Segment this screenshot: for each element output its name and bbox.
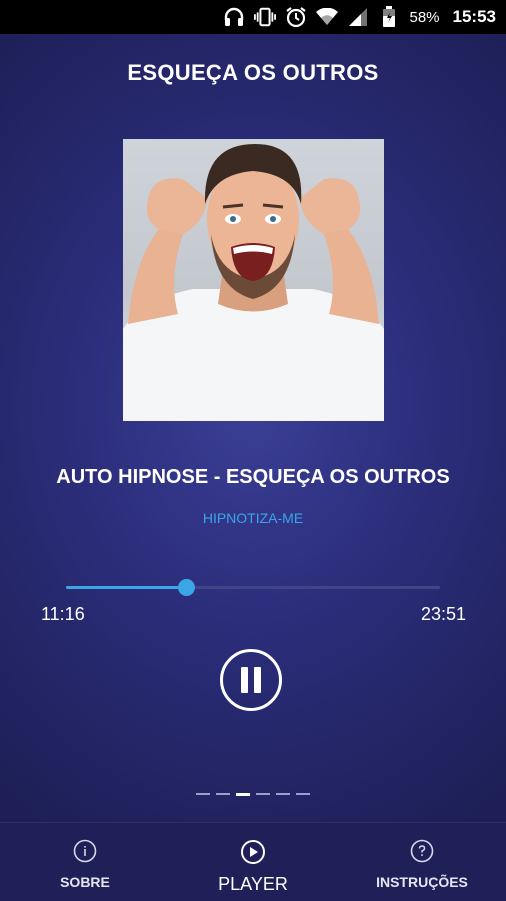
alarm-icon bbox=[285, 6, 307, 28]
elapsed-time: 11:16 bbox=[41, 604, 85, 624]
battery-icon bbox=[378, 6, 400, 28]
battery-percent: 58% bbox=[409, 8, 440, 26]
nav-item-player[interactable]: PLAYER bbox=[203, 823, 303, 901]
artist-name[interactable]: HIPNOTIZA-ME bbox=[0, 510, 506, 526]
total-time: 23:51 bbox=[420, 604, 466, 624]
nav-label: PLAYER bbox=[218, 874, 288, 894]
nav-label: INSTRUÇÕES bbox=[376, 874, 468, 890]
nav-item-instrucoes[interactable]: INSTRUÇÕES bbox=[362, 823, 482, 901]
help-icon bbox=[410, 839, 434, 868]
signal-icon bbox=[347, 6, 369, 28]
play-circle-icon bbox=[240, 839, 266, 870]
page-indicator bbox=[0, 793, 506, 796]
seek-bar-thumb[interactable] bbox=[177, 579, 195, 596]
vibrate-icon bbox=[254, 6, 277, 28]
page-indicator-dash bbox=[196, 793, 210, 795]
nav-label: SOBRE bbox=[60, 874, 110, 890]
page-indicator-dash bbox=[256, 793, 270, 795]
wifi-icon bbox=[316, 6, 339, 28]
headphones-icon bbox=[223, 6, 245, 28]
nav-item-sobre[interactable]: SOBRE bbox=[35, 823, 135, 901]
page-indicator-dash bbox=[236, 793, 250, 796]
pause-button[interactable] bbox=[220, 649, 282, 711]
status-bar: 58% 15:53 bbox=[0, 0, 506, 34]
page-indicator-dash bbox=[216, 793, 230, 795]
bottom-navigation: SOBRE PLAYER INSTRUÇÕES bbox=[0, 822, 506, 901]
status-clock: 15:53 bbox=[452, 7, 496, 26]
seek-bar-progress bbox=[66, 586, 186, 589]
pause-icon bbox=[241, 667, 248, 693]
player-screen: 58% 15:53 ESQUEÇA OS OUTROS AUTO HIPNOSE… bbox=[0, 0, 506, 901]
page-indicator-dash bbox=[296, 793, 310, 795]
page-title: ESQUEÇA OS OUTROS bbox=[127, 60, 379, 85]
pause-icon bbox=[254, 667, 261, 693]
page-indicator-dash bbox=[276, 793, 290, 795]
info-icon bbox=[73, 839, 97, 868]
seek-bar[interactable] bbox=[66, 579, 440, 596]
album-cover bbox=[123, 139, 384, 421]
track-title: AUTO HIPNOSE - ESQUEÇA OS OUTROS bbox=[56, 466, 450, 488]
